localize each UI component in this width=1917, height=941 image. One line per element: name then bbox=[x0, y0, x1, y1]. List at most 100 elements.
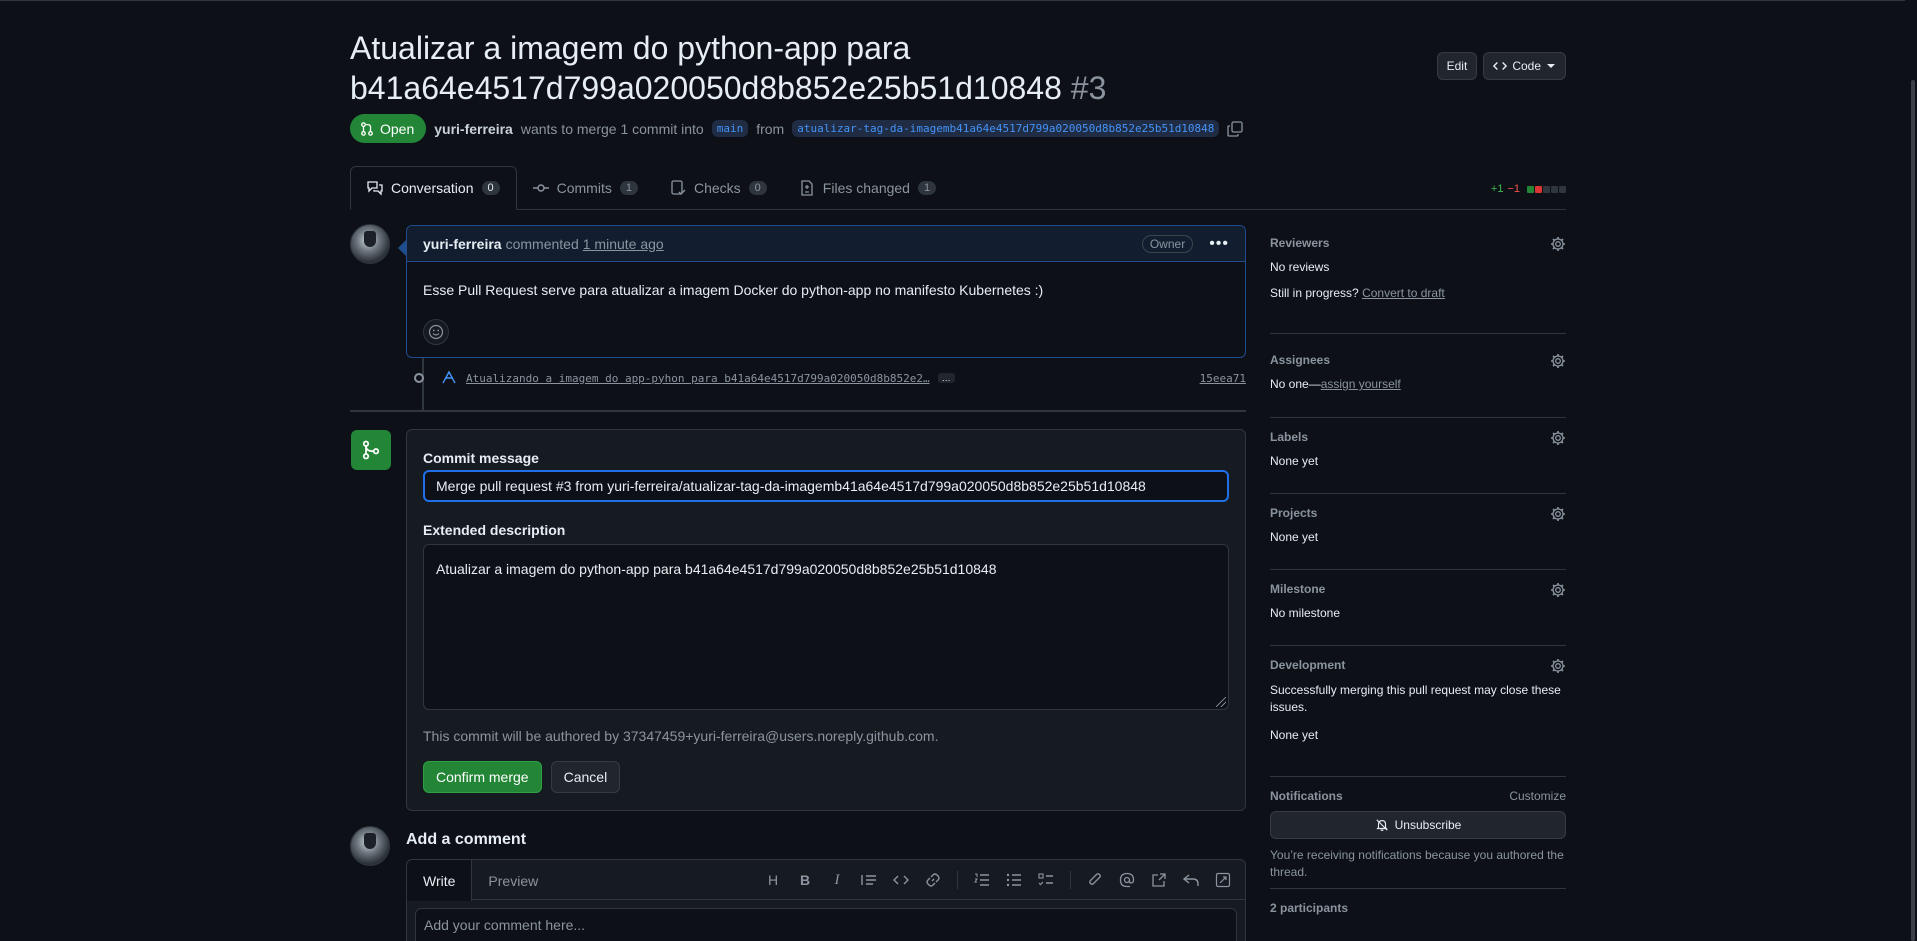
head-branch[interactable]: atualizar-tag-da-imagemb41a64e4517d799a0… bbox=[792, 120, 1220, 137]
confirm-merge-button[interactable]: Confirm merge bbox=[423, 761, 542, 793]
bold-icon[interactable]: B bbox=[791, 868, 819, 892]
comment-action: commented bbox=[505, 235, 579, 252]
add-reaction-button[interactable] bbox=[423, 319, 449, 345]
tasklist-icon[interactable] bbox=[1032, 868, 1060, 892]
sidebar-reviewers: Reviewers No reviews Still in progress? … bbox=[1270, 236, 1566, 334]
diffstat: +1 −1 bbox=[1491, 183, 1566, 195]
resize-handle-icon[interactable] bbox=[1216, 697, 1226, 707]
diff-additions: +1 bbox=[1490, 183, 1504, 195]
gear-icon[interactable] bbox=[1550, 353, 1566, 369]
avatar[interactable] bbox=[350, 826, 390, 866]
sidebar-participants: 2 participants bbox=[1270, 901, 1566, 915]
milestone-title[interactable]: Milestone bbox=[1270, 582, 1566, 596]
title-line-1: Atualizar a imagem do python-app para bbox=[350, 30, 911, 66]
numbered-list-icon[interactable] bbox=[968, 868, 996, 892]
scrollbar[interactable] bbox=[1905, 0, 1917, 941]
quote-icon[interactable] bbox=[855, 868, 883, 892]
from-text: from bbox=[756, 120, 785, 137]
mention-icon[interactable] bbox=[1113, 868, 1141, 892]
extended-description-textarea[interactable]: Atualizar a imagem do python-app para b4… bbox=[423, 544, 1229, 710]
labels-title[interactable]: Labels bbox=[1270, 430, 1566, 444]
status-label: Open bbox=[380, 120, 415, 137]
copy-icon[interactable] bbox=[1227, 120, 1244, 137]
cancel-button[interactable]: Cancel bbox=[550, 761, 621, 793]
fullscreen-icon[interactable] bbox=[1209, 868, 1237, 892]
edit-button[interactable]: Edit bbox=[1436, 52, 1478, 80]
paperclip-icon[interactable] bbox=[1081, 868, 1109, 892]
commit-message-input[interactable]: Merge pull request #3 from yuri-ferreira… bbox=[423, 470, 1229, 502]
tab-conversation[interactable]: Conversation 0 bbox=[350, 166, 517, 210]
reply-icon[interactable] bbox=[1177, 868, 1205, 892]
git-merge-icon bbox=[351, 430, 391, 470]
kebab-horizontal-icon[interactable]: ••• bbox=[1209, 235, 1229, 253]
labels-value: None yet bbox=[1270, 454, 1319, 468]
projects-title[interactable]: Projects bbox=[1270, 506, 1566, 520]
gear-icon[interactable] bbox=[1550, 506, 1566, 522]
comment-textarea[interactable]: Add your comment here... bbox=[415, 908, 1237, 941]
base-branch[interactable]: main bbox=[711, 120, 749, 137]
tab-files-changed[interactable]: Files changed 1 bbox=[783, 166, 952, 209]
tab-checks[interactable]: Checks 0 bbox=[654, 166, 783, 209]
commit-sha[interactable]: 15eea71 bbox=[1200, 372, 1246, 385]
diffstat-blocks bbox=[1527, 185, 1566, 193]
gear-icon[interactable] bbox=[1550, 236, 1566, 252]
tab-write[interactable]: Write bbox=[407, 860, 473, 901]
development-value: None yet bbox=[1270, 728, 1319, 742]
tab-label: Checks bbox=[693, 179, 741, 196]
toolbar-divider bbox=[1070, 871, 1071, 889]
in-progress-text: Still in progress? bbox=[1270, 286, 1359, 300]
diff-block-added bbox=[1527, 185, 1534, 193]
diff-block-neutral bbox=[1543, 185, 1550, 193]
comment-author[interactable]: yuri-ferreira bbox=[423, 236, 502, 252]
commit-author-avatar-icon[interactable] bbox=[440, 369, 458, 387]
participants-title: 2 participants bbox=[1270, 901, 1349, 915]
gear-icon[interactable] bbox=[1550, 658, 1566, 674]
code-button[interactable]: Code bbox=[1483, 52, 1566, 80]
milestone-value: No milestone bbox=[1270, 606, 1341, 620]
assignees-title[interactable]: Assignees bbox=[1270, 353, 1566, 367]
author-link[interactable]: yuri-ferreira bbox=[434, 121, 513, 137]
caret-down-icon bbox=[1547, 64, 1555, 68]
tab-counter: 1 bbox=[917, 180, 937, 195]
italic-icon[interactable]: I bbox=[823, 868, 851, 892]
gear-icon[interactable] bbox=[1550, 582, 1566, 598]
unsubscribe-button[interactable]: Unsubscribe bbox=[1270, 811, 1566, 839]
assign-yourself-link[interactable]: assign yourself bbox=[1321, 377, 1401, 391]
unsubscribe-label: Unsubscribe bbox=[1394, 818, 1462, 832]
cross-reference-icon[interactable] bbox=[1145, 868, 1173, 892]
diff-block-neutral bbox=[1551, 185, 1558, 193]
commit-icon bbox=[532, 183, 549, 192]
link-icon[interactable] bbox=[919, 868, 947, 892]
tab-commits[interactable]: Commits 1 bbox=[517, 166, 654, 209]
development-note: Successfully merging this pull request m… bbox=[1270, 683, 1561, 714]
heading-icon[interactable]: H bbox=[759, 868, 787, 892]
comment-body: Esse Pull Request serve para atualizar a… bbox=[423, 282, 1044, 298]
code-icon[interactable] bbox=[887, 868, 915, 892]
edit-button-label: Edit bbox=[1446, 59, 1468, 73]
reviewers-title[interactable]: Reviewers bbox=[1270, 236, 1566, 250]
comment-discussion-icon bbox=[367, 181, 383, 196]
draft-row: Still in progress? Convert to draft bbox=[1270, 286, 1566, 300]
pr-tabs: Conversation 0 Commits 1 Checks 0 Files … bbox=[350, 166, 1566, 210]
avatar[interactable] bbox=[350, 224, 390, 264]
gear-icon[interactable] bbox=[1550, 430, 1566, 446]
sidebar: Reviewers No reviews Still in progress? … bbox=[1270, 236, 1566, 915]
development-title[interactable]: Development bbox=[1270, 658, 1566, 672]
projects-value: None yet bbox=[1270, 530, 1319, 544]
page-title: Atualizar a imagem do python-app para b4… bbox=[350, 28, 1410, 108]
reviewers-value: No reviews bbox=[1270, 260, 1330, 274]
convert-to-draft-link[interactable]: Convert to draft bbox=[1362, 286, 1445, 300]
merge-actions: Confirm merge Cancel bbox=[423, 761, 621, 793]
assignees-row: No one—assign yourself bbox=[1270, 377, 1566, 391]
tab-preview[interactable]: Preview bbox=[472, 860, 554, 901]
git-commit-icon bbox=[414, 373, 424, 383]
scrollbar-thumb[interactable] bbox=[1911, 80, 1915, 941]
assignees-value: No one— bbox=[1270, 377, 1321, 391]
commit-message-link[interactable]: Atualizando a imagem do app-pyhon para b… bbox=[466, 372, 930, 385]
unordered-list-icon[interactable] bbox=[1000, 868, 1028, 892]
sidebar-labels: Labels None yet bbox=[1270, 430, 1566, 494]
expand-commit-button[interactable]: … bbox=[937, 373, 955, 383]
timeline-separator bbox=[350, 410, 1246, 412]
customize-link[interactable]: Customize bbox=[1509, 789, 1566, 803]
comment-time[interactable]: 1 minute ago bbox=[583, 236, 664, 252]
